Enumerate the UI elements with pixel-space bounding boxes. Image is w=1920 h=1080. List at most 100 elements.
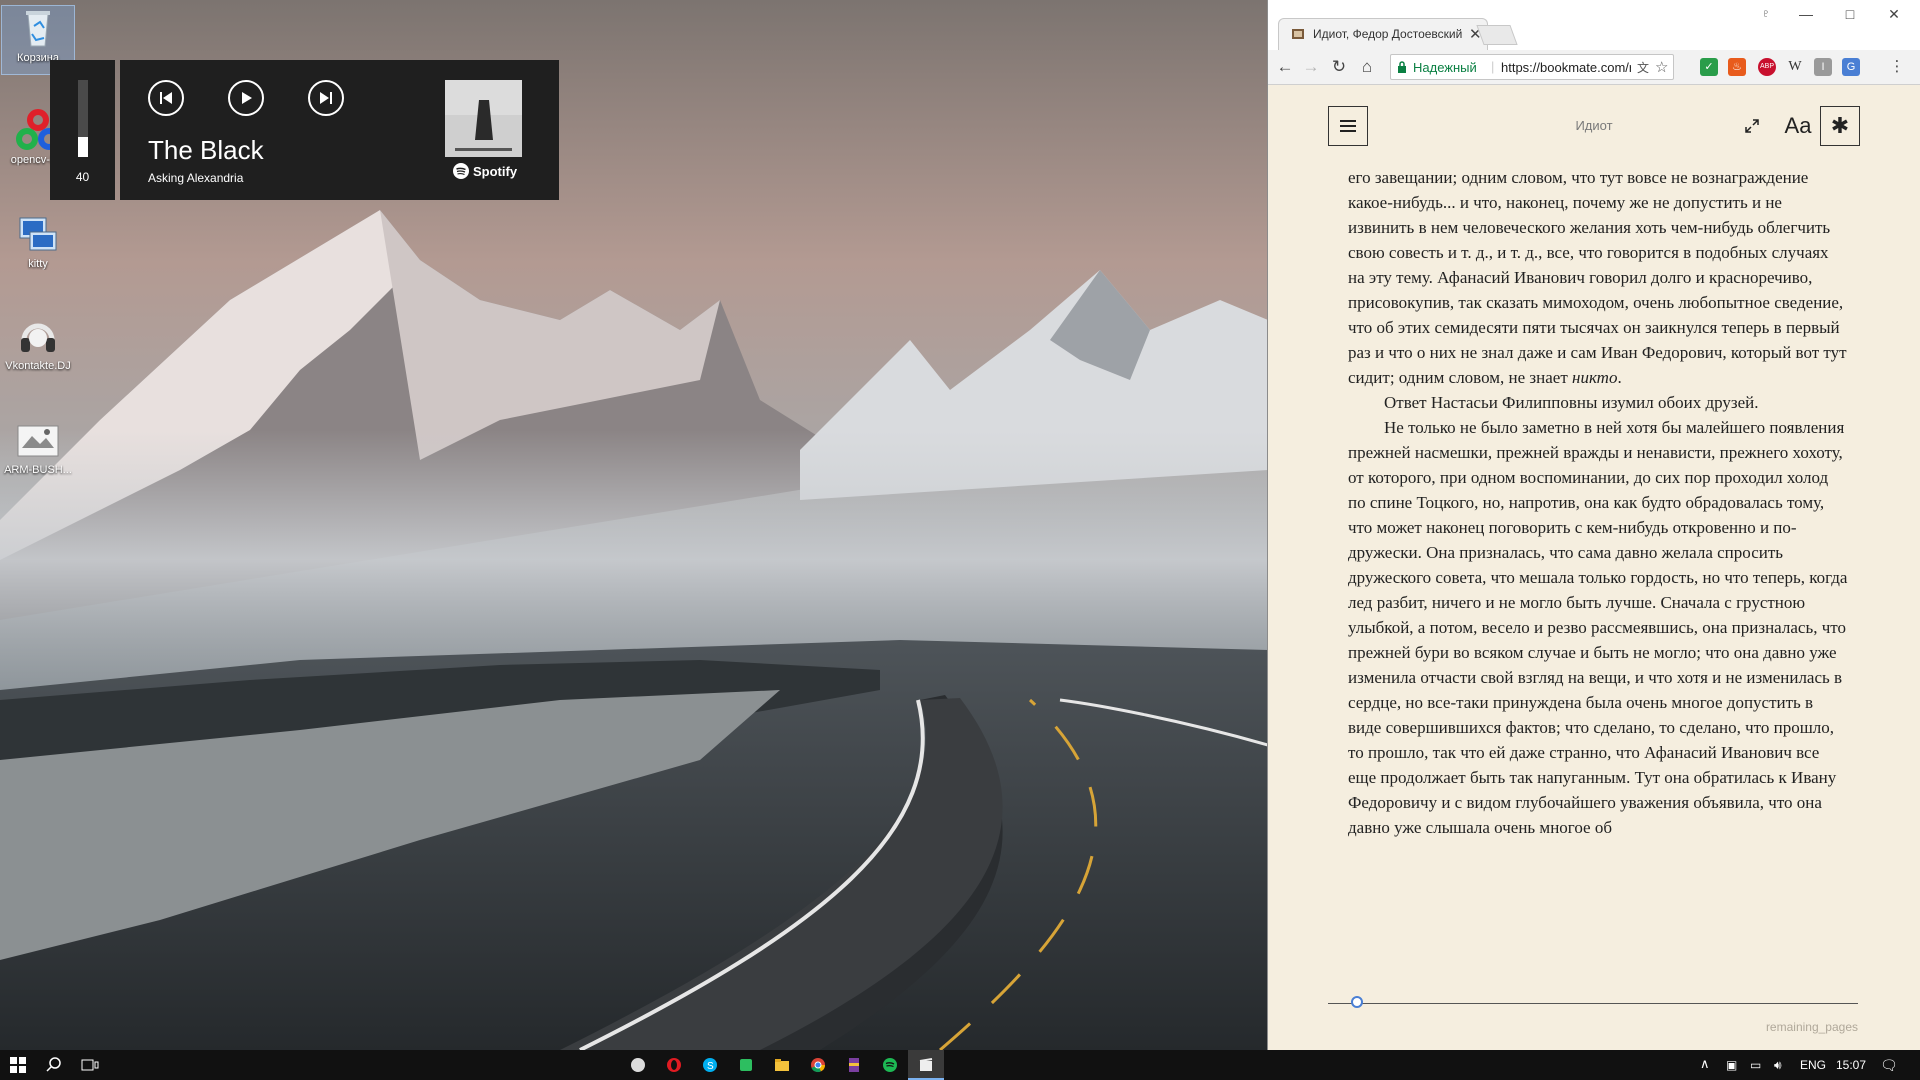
task-view-button[interactable] [72,1050,108,1080]
album-art [445,80,522,157]
taskbar-skype[interactable]: S [692,1050,728,1080]
security-label: Надежный [1413,60,1477,75]
winrar-icon [849,1058,859,1072]
taskbar-chrome[interactable] [800,1050,836,1080]
desktop-icon-vkontakte-dj[interactable]: Vkontakte.DJ [2,314,74,372]
font-settings-button[interactable]: Aa [1778,106,1818,146]
book-paragraph: его завещании; одним словом, что тут вов… [1348,165,1848,390]
video-app-icon [919,1058,933,1071]
recycle-bin-icon [16,6,60,50]
start-icon [10,1057,26,1073]
clock[interactable]: 15:07 [1836,1058,1866,1072]
file-explorer-icon [775,1059,789,1071]
back-icon[interactable]: ← [1274,56,1296,78]
browser-toolbar: ← → ↻ ⌂ Надежный | https://bookmate.com/… [1268,50,1920,85]
tab-active[interactable]: Идиот, Федор Достоевский ✕ [1278,18,1488,50]
address-bar[interactable]: Надежный | https://bookmate.com/reader/ … [1390,54,1674,80]
forward-icon[interactable]: → [1300,56,1322,78]
tray-evernote-icon[interactable]: ▣ [1726,1058,1737,1072]
svg-text:S: S [707,1061,714,1072]
start-button[interactable] [0,1050,36,1080]
italic-text: никто [1572,368,1618,387]
text-run: его завещании; одним словом, что тут вов… [1348,168,1847,387]
skype-icon: S [703,1058,717,1072]
spotify-icon [453,163,469,179]
shield-extension-icon[interactable]: ✓ [1700,58,1718,76]
notifications-icon[interactable]: 🗨︎ [1880,1057,1898,1074]
headphones-icon [16,314,60,358]
book-paragraph: Не только не было заметно в ней хотя бы … [1348,415,1848,840]
reload-icon[interactable]: ↻ [1328,56,1350,78]
volume-thumb[interactable] [78,137,88,146]
next-icon [320,92,332,104]
fullscreen-button[interactable] [1732,106,1772,146]
tray-overflow-icon[interactable]: ∧ [1700,1056,1710,1072]
fire-extension-icon[interactable]: ♨ [1728,58,1746,76]
search-button[interactable] [36,1050,72,1080]
translate-page-icon[interactable]: 文 [1637,59,1649,76]
maximize-icon[interactable]: □ [1830,6,1870,26]
volume-slider[interactable] [78,80,88,157]
menu-kebab-icon[interactable]: ⋮ [1886,56,1908,78]
book-favicon-icon [1292,29,1304,39]
tab-strip: Идиот, Федор Достоевский ✕ ♇ — □ ✕ [1268,0,1920,50]
taskbar-evernote[interactable] [728,1050,764,1080]
book-reader: Идиот Aa ✱ его завещании; одним словом, … [1268,85,1920,1050]
previous-track-button[interactable] [148,80,184,116]
reader-extension-icon[interactable]: I [1814,58,1832,76]
opera-icon [667,1058,681,1072]
taskbar-vkdj[interactable] [620,1050,656,1080]
tab-title: Идиот, Федор Достоевский [1313,27,1463,41]
track-title: The Black [148,135,264,165]
taskbar-spotify[interactable] [872,1050,908,1080]
taskbar-video-app[interactable] [908,1050,944,1080]
close-icon[interactable]: ✕ [1874,6,1914,26]
search-icon [46,1057,61,1072]
desktop-icon-arm-bush[interactable]: ARM-BUSH... [2,418,74,476]
home-icon[interactable]: ⌂ [1356,56,1378,78]
spotify-icon [883,1058,897,1072]
volume-icon[interactable]: 🔊︎ [1774,1058,1782,1073]
volume-fill [78,146,88,157]
desktop-icon-kitty[interactable]: kitty [2,212,74,270]
evernote-icon [740,1059,752,1071]
media-control-panel: The Black Asking Alexandria Spotify [120,60,559,200]
lock-icon [1398,61,1406,73]
asterisk-icon: ✱ [1830,113,1850,138]
book-text: его завещании; одним словом, что тут вов… [1348,165,1848,840]
taskbar-opera[interactable] [656,1050,692,1080]
adblock-icon[interactable]: ABP [1758,58,1776,76]
previous-icon [160,92,172,104]
network-icon[interactable]: ▭ [1750,1058,1761,1072]
text-run: Ответ Настасьи Филипповны изумил обоих д… [1384,393,1759,412]
image-file-icon [16,418,60,462]
url-text[interactable]: https://bookmate.com/reader/ [1501,60,1631,75]
taskbar-file-explorer[interactable] [764,1050,800,1080]
book-paragraph: Ответ Настасьи Филипповны изумил обоих д… [1348,390,1848,415]
profile-icon[interactable]: ♇ [1746,8,1786,28]
remaining-pages: remaining_pages [1765,1020,1858,1034]
taskbar: S ∧ ▣ ▭ 🔊︎ ENG 15:07 🗨︎ [0,1050,1920,1080]
play-button[interactable] [228,80,264,116]
chrome-icon [811,1058,825,1073]
language-indicator[interactable]: ENG [1800,1058,1826,1072]
progress-thumb[interactable] [1350,996,1363,1008]
next-track-button[interactable] [308,80,344,116]
vkdj-taskbar-icon [631,1058,645,1072]
taskbar-winrar[interactable] [836,1050,872,1080]
bookmark-button[interactable]: ✱ [1820,106,1860,146]
computer-icon [16,212,60,256]
minimize-icon[interactable]: — [1786,6,1826,26]
task-view-icon [81,1059,99,1071]
bookmark-star-icon[interactable]: ☆ [1655,58,1668,76]
new-tab-button[interactable] [1476,25,1518,45]
text-run: Не только не было заметно в ней хотя бы … [1348,418,1848,837]
provider-label: Spotify [473,163,518,179]
spotify-badge: Spotify [453,163,517,179]
expand-icon [1745,119,1759,133]
volume-value: 40 [75,170,90,184]
track-artist: Asking Alexandria [148,171,244,185]
translate-icon[interactable]: G [1842,58,1860,76]
progress-bar[interactable] [1328,1003,1858,1004]
wikipedia-icon[interactable]: W [1786,58,1804,76]
